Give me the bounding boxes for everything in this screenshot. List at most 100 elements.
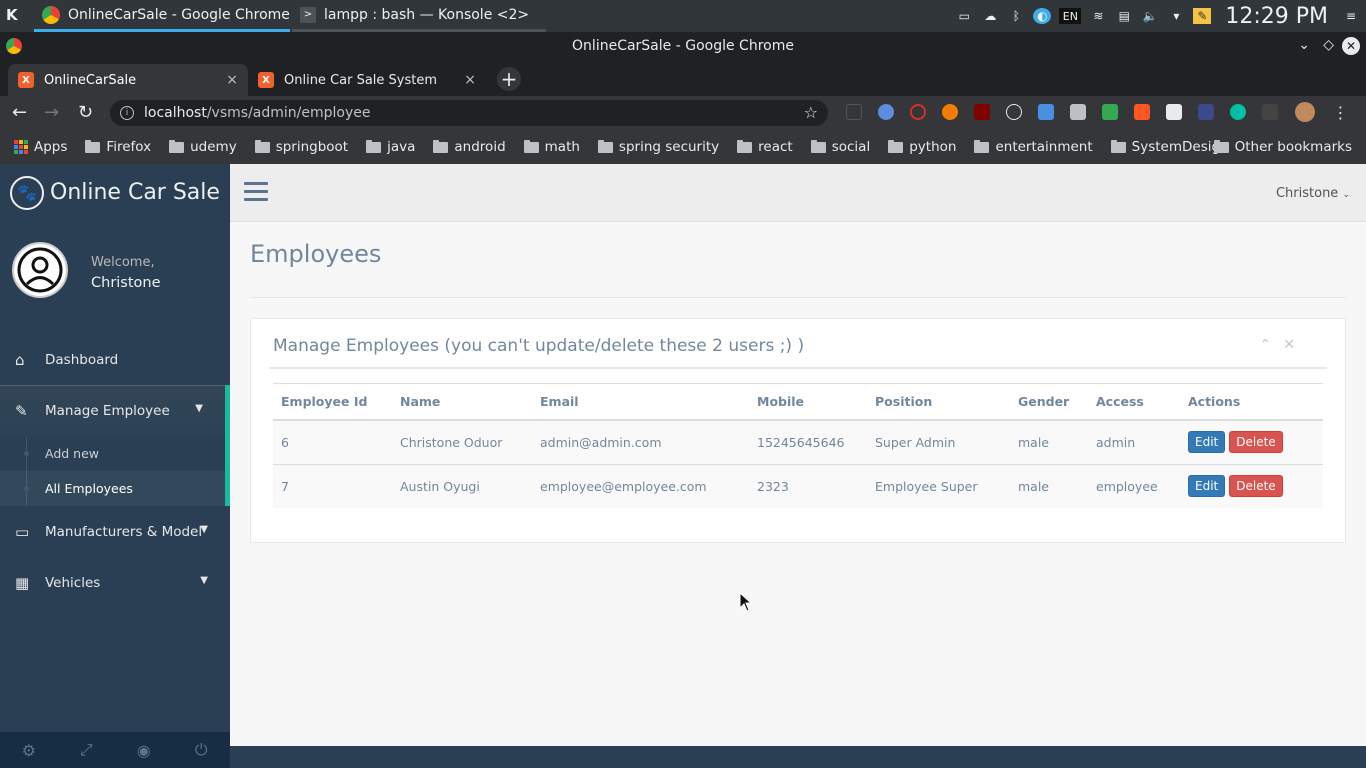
tab-online-car-sale-system[interactable]: X Online Car Sale System × — [248, 64, 486, 96]
download-extension-icon[interactable] — [1098, 102, 1121, 122]
lifebuoy-extension-icon[interactable] — [938, 102, 961, 122]
submenu-item-add-new[interactable]: Add new — [0, 436, 225, 471]
address-bar[interactable]: i localhost/vsms/admin/employee ☆ — [110, 100, 828, 126]
kde-launcher-icon[interactable]: K — [6, 6, 26, 26]
sidebar-item-dashboard[interactable]: ⌂ Dashboard — [0, 334, 230, 385]
s-extension-icon[interactable] — [1162, 102, 1185, 122]
compass-extension-icon[interactable] — [874, 102, 897, 122]
taskbar-task-konsole[interactable]: > lampp : bash — Konsole <2> — [292, 0, 546, 32]
bookmark-folder[interactable]: Firefox — [85, 139, 151, 155]
bluetooth-icon[interactable]: ᛒ — [1007, 8, 1025, 24]
info-icon[interactable]: i — [120, 106, 134, 120]
folder-icon — [1213, 139, 1229, 153]
bookmark-label: udemy — [190, 139, 237, 155]
brand[interactable]: 🐾 Online Car Sale — [0, 164, 230, 222]
delete-button[interactable]: Delete — [1229, 431, 1283, 454]
other-bookmarks[interactable]: Other bookmarks — [1213, 139, 1352, 155]
react-extension-icon[interactable] — [1002, 102, 1025, 122]
chat-icon[interactable]: ☁ — [981, 8, 999, 24]
settings-icon[interactable]: ⚙ — [0, 732, 58, 768]
bookmark-folder[interactable]: springboot — [254, 139, 348, 155]
bookmark-folder[interactable]: python — [888, 139, 956, 155]
keyboard-layout-indicator[interactable]: EN — [1059, 8, 1082, 24]
clipboard-icon[interactable]: ▤ — [1115, 8, 1133, 24]
column-header[interactable]: Name — [392, 383, 532, 421]
chevron-down-icon: ▼ — [200, 524, 208, 535]
user-dropdown[interactable]: Christone ⌄ — [1276, 186, 1350, 201]
fullscreen-icon[interactable]: ⤢ — [58, 732, 116, 768]
cell-access: admin — [1088, 419, 1180, 464]
tab-close-icon[interactable]: × — [464, 72, 476, 88]
edit-button[interactable]: Edit — [1188, 475, 1226, 498]
tab-close-icon[interactable]: × — [226, 72, 238, 88]
maximize-icon[interactable]: ◇ — [1323, 37, 1334, 53]
chrome-icon — [42, 5, 60, 24]
panel-title: Manage Employees (you can't update/delet… — [273, 336, 805, 356]
terminal-icon: > — [300, 6, 316, 23]
bookmark-folder[interactable]: java — [366, 139, 415, 155]
sidebar-item-manage-employee[interactable]: ✎ Manage Employee ▼ — [0, 385, 230, 436]
bookmark-folder[interactable]: udemy — [169, 139, 237, 155]
plane-extension-icon[interactable] — [1034, 102, 1057, 122]
hamburger-menu-icon[interactable] — [244, 182, 268, 202]
bookmark-folder[interactable]: entertainment — [974, 139, 1093, 155]
new-tab-button[interactable]: + — [497, 67, 521, 91]
wifi-icon[interactable]: ≋ — [1089, 8, 1107, 24]
clock[interactable]: 12:29 PM — [1225, 4, 1328, 29]
taskbar-task-chrome[interactable]: OnlineCarSale - Google Chrome — [34, 0, 290, 32]
chevron-down-icon: ▼ — [195, 403, 203, 414]
extension-icon[interactable] — [842, 102, 865, 122]
minimize-icon[interactable]: ⌄ — [1298, 37, 1310, 53]
column-header[interactable]: Email — [532, 383, 749, 421]
sidebar-item-manufacturers[interactable]: ▭ Manufacturers & Model ▼ — [0, 506, 230, 557]
edit-button[interactable]: Edit — [1188, 431, 1226, 454]
cell-gender: male — [1010, 419, 1088, 464]
bookmark-folder[interactable]: react — [737, 139, 793, 155]
battery-icon[interactable]: ▭ — [955, 8, 973, 24]
cell-name: Austin Oyugi — [392, 463, 532, 508]
volume-icon[interactable]: 🔈 — [1141, 8, 1159, 24]
fire-extension-icon[interactable] — [1130, 102, 1153, 122]
menu-icon[interactable]: ≡ — [1342, 8, 1360, 24]
home-icon: ⌂ — [15, 350, 25, 369]
u-extension-icon[interactable] — [1194, 102, 1217, 122]
chrome-menu-icon[interactable]: ⋮ — [1329, 102, 1352, 122]
json-extension-icon[interactable] — [1258, 102, 1281, 122]
eye-slash-icon[interactable]: ◉ — [115, 732, 173, 768]
column-header[interactable]: Mobile — [749, 383, 867, 421]
blocker-extension-icon[interactable] — [906, 102, 929, 122]
tray-expand-icon[interactable]: ▾ — [1167, 8, 1185, 24]
column-header[interactable]: Gender — [1010, 383, 1088, 421]
notes-icon[interactable]: ✎ — [1193, 8, 1212, 24]
forward-icon[interactable]: → — [44, 102, 59, 123]
bookmark-folder[interactable]: social — [810, 139, 870, 155]
power-icon[interactable]: ⏻ — [173, 732, 231, 768]
collapse-icon[interactable]: ⌃ — [1260, 337, 1272, 353]
back-icon[interactable]: ← — [12, 102, 27, 123]
column-header[interactable]: Employee Id — [273, 383, 392, 421]
delete-button[interactable]: Delete — [1229, 475, 1283, 498]
column-header[interactable]: Access — [1088, 383, 1180, 421]
bookmark-star-icon[interactable]: ☆ — [804, 103, 818, 122]
bookmark-folder[interactable]: SystemDesign — [1110, 139, 1229, 155]
network-app-icon[interactable]: ◐ — [1033, 8, 1052, 24]
tab-onlinecarsale[interactable]: X OnlineCarSale × — [8, 64, 248, 96]
close-window-icon[interactable]: ✕ — [1342, 37, 1360, 55]
bookmark-folder[interactable]: spring security — [597, 139, 719, 155]
user-dropdown-label: Christone — [1275, 186, 1339, 201]
ublock-extension-icon[interactable] — [970, 102, 993, 122]
profile-avatar-icon[interactable] — [1290, 102, 1320, 122]
close-icon[interactable]: ✕ — [1283, 337, 1295, 353]
column-header[interactable]: Position — [867, 383, 1010, 421]
sidebar-item-vehicles[interactable]: ▦ Vehicles ▼ — [0, 557, 230, 608]
desktop-icon: ▭ — [15, 522, 30, 541]
apps-grid-icon — [14, 140, 28, 154]
printer-extension-icon[interactable] — [1066, 102, 1089, 122]
bookmark-folder[interactable]: math — [523, 139, 580, 155]
submenu-item-all-employees[interactable]: All Employees — [0, 471, 225, 506]
bookmark-apps[interactable]: Apps — [14, 139, 67, 155]
bookmark-folder[interactable]: android — [433, 139, 506, 155]
m-extension-icon[interactable] — [1226, 102, 1249, 122]
taskbar-task-label: lampp : bash — Konsole <2> — [324, 6, 530, 23]
reload-icon[interactable]: ↻ — [78, 102, 93, 123]
